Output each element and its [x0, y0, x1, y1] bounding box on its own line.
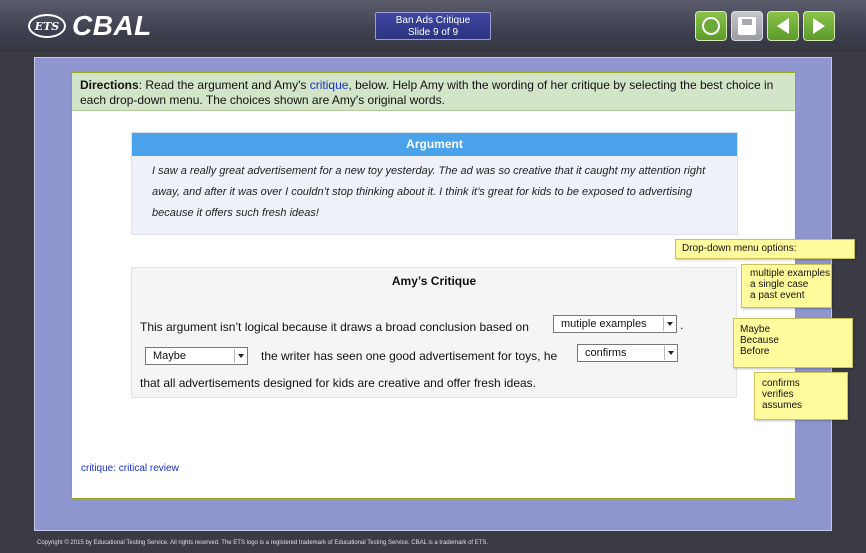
dropdown-evidence-value: mutiple examples	[561, 318, 647, 330]
note-option: confirms	[762, 378, 800, 389]
dropdown-verb-value: confirms	[585, 347, 627, 359]
forward-arrow-icon	[813, 18, 825, 34]
note-option: verifies	[762, 389, 794, 400]
directions-box: Directions: Read the argument and Amy's …	[72, 73, 795, 111]
back-arrow-icon	[777, 18, 789, 34]
critique-glossary-link[interactable]: critique	[310, 78, 349, 92]
glossary-footnote: critique: critical review	[81, 463, 179, 474]
chevron-down-icon	[663, 317, 675, 331]
save-button[interactable]	[731, 11, 763, 41]
cbal-logo: ETS CBAL	[28, 9, 152, 43]
slide-title-box: Ban Ads Critique Slide 9 of 9	[375, 12, 491, 40]
note-option: Because	[740, 335, 779, 346]
dropdown-connector[interactable]: Maybe	[145, 347, 248, 365]
ets-logo-badge: ETS	[28, 14, 66, 38]
dropdown-connector-value: Maybe	[153, 350, 187, 362]
dropdown-evidence[interactable]: mutiple examples	[553, 315, 677, 333]
dropdown-verb[interactable]: confirms	[577, 344, 678, 362]
activity-title: Ban Ads Critique	[395, 15, 471, 26]
copyright-text: Copyright © 2015 by Educational Testing …	[37, 540, 489, 546]
note-option: multiple examples	[750, 268, 831, 279]
note-header: Drop-down menu options:	[682, 243, 797, 254]
app-header: ETS CBAL Ban Ads Critique Slide 9 of 9	[0, 0, 866, 52]
argument-heading: Argument	[132, 133, 737, 156]
note-option: Before	[740, 346, 770, 357]
note-option: assumes	[762, 400, 803, 411]
options-note-2: Maybe Because Before	[733, 318, 853, 368]
slide-counter: Slide 9 of 9	[407, 27, 459, 38]
critique-heading: Amy’s Critique	[391, 274, 477, 288]
back-button[interactable]	[767, 11, 799, 41]
slide-stage: Directions: Read the argument and Amy's …	[34, 57, 832, 531]
options-note-3: confirms verifies assumes	[754, 372, 848, 420]
forward-button[interactable]	[803, 11, 835, 41]
save-icon	[738, 17, 756, 35]
chevron-down-icon	[234, 349, 246, 363]
chevron-down-icon	[664, 346, 676, 360]
critique-line-2: the writer has seen one good advertiseme…	[261, 349, 558, 363]
dropdown-options-header-note: Drop-down menu options:	[675, 239, 855, 259]
directions-text-before: : Read the argument and Amy's	[138, 78, 310, 92]
options-note-1: multiple examples a single case a past e…	[741, 264, 832, 308]
argument-text: I saw a really great advertisement for a…	[152, 165, 706, 219]
circle-icon	[702, 17, 720, 35]
cbal-logo-text: CBAL	[72, 10, 152, 41]
critique-line-3: that all advertisements designed for kid…	[140, 376, 536, 390]
note-option: Maybe	[740, 324, 771, 335]
note-option: a single case	[750, 279, 809, 290]
content-panel: Directions: Read the argument and Amy's …	[71, 72, 796, 499]
critique-line-1: This argument isn’t logical because it d…	[140, 320, 529, 334]
directions-label: Directions	[80, 78, 139, 92]
circle-button[interactable]	[695, 11, 727, 41]
note-option: a past event	[750, 290, 805, 301]
argument-box: Argument I saw a really great advertisem…	[131, 132, 738, 235]
critique-line-1-end: .	[680, 318, 684, 332]
critique-box: Amy’s Critique This argument isn’t logic…	[131, 267, 737, 398]
